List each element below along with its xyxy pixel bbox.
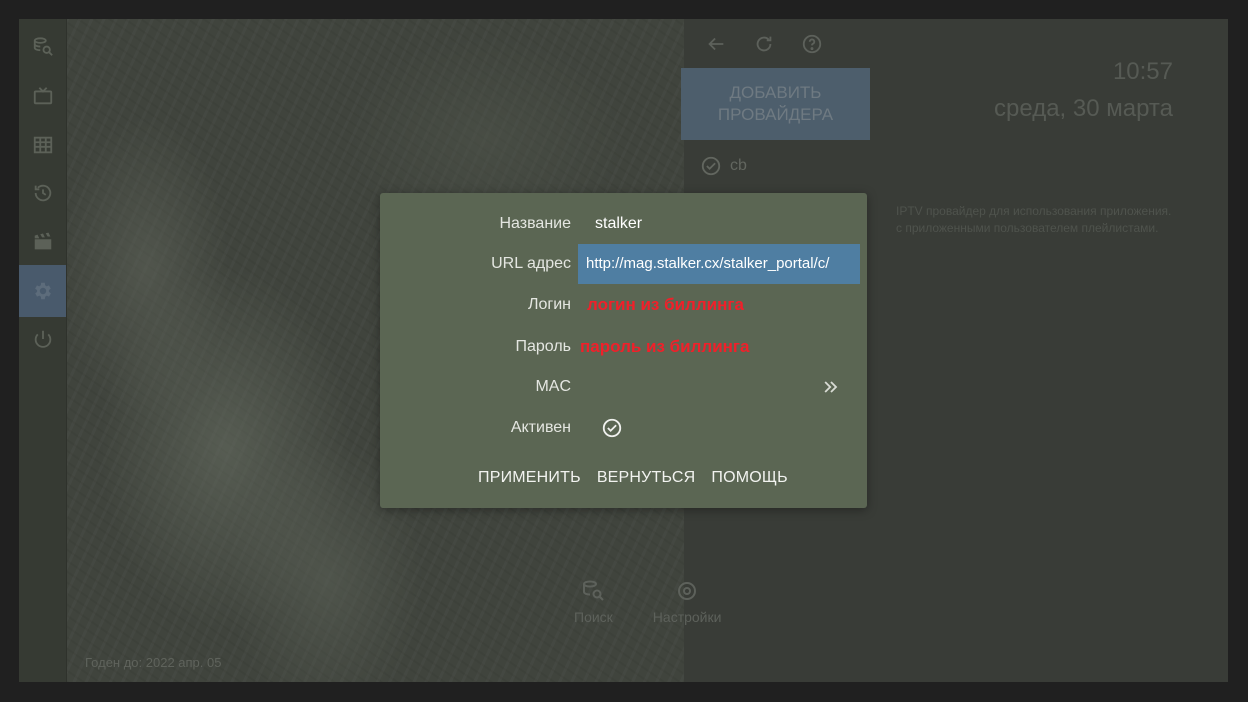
name-row: Название stalker: [380, 204, 867, 244]
url-field[interactable]: http://mag.stalker.cx/stalker_portal/c/: [578, 244, 860, 284]
bottom-nav-settings-label: Настройки: [652, 609, 722, 625]
bottom-nav-search[interactable]: Поиск: [574, 579, 613, 625]
login-label: Логин: [527, 296, 571, 313]
url-label: URL адрес: [491, 255, 571, 272]
back-arrow-icon[interactable]: [704, 32, 728, 56]
power-icon: [34, 330, 51, 348]
bottom-nav: Поиск Настройки: [574, 579, 721, 625]
help-icon[interactable]: [800, 32, 824, 56]
name-field[interactable]: stalker: [595, 204, 642, 244]
help-button[interactable]: ПОМОЩЬ: [711, 469, 787, 487]
sidebar-item-settings[interactable]: [19, 265, 66, 317]
sidebar-item-tv[interactable]: [19, 72, 66, 120]
clock-time: 10:57: [1112, 58, 1173, 85]
url-row: URL адрес http://mag.stalker.cx/stalker_…: [380, 244, 867, 284]
apply-button[interactable]: ПРИМЕНИТЬ: [478, 469, 581, 487]
provider-list-item[interactable]: cb: [700, 155, 747, 177]
mac-row[interactable]: MAC: [380, 367, 867, 407]
history-icon: [34, 184, 51, 202]
check-circle-icon: [701, 156, 721, 176]
tv-icon: [33, 87, 52, 105]
gear-icon: [34, 282, 51, 300]
mac-label: MAC: [535, 378, 571, 395]
dialog-actions: ПРИМЕНИТЬ ВЕРНУТЬСЯ ПОМОЩЬ: [478, 469, 788, 487]
clapperboard-icon: [34, 232, 51, 250]
clock-date: среда, 30 марта: [994, 95, 1173, 122]
password-label: Пароль: [515, 338, 571, 355]
bottom-nav-settings[interactable]: Настройки: [652, 579, 722, 625]
provider-name: cb: [730, 157, 747, 174]
sidebar: [19, 19, 67, 682]
login-row: Логин логин из биллинга: [380, 285, 867, 325]
add-provider-button[interactable]: ДОБАВИТЬ ПРОВАЙДЕРА: [681, 68, 870, 140]
active-row[interactable]: Активен: [380, 408, 867, 448]
search-database-icon: [33, 37, 53, 56]
active-check-icon[interactable]: [601, 417, 623, 439]
login-field[interactable]: логин из биллинга: [587, 285, 744, 325]
bottom-nav-search-label: Поиск: [574, 609, 613, 625]
expiry-date: Годен до: 2022 апр. 05: [85, 655, 222, 670]
search-database-icon: [583, 580, 605, 601]
sidebar-item-guide[interactable]: [19, 121, 66, 169]
grid-icon: [33, 136, 52, 154]
sidebar-item-power[interactable]: [19, 315, 66, 363]
sidebar-item-history[interactable]: [19, 169, 66, 217]
gear-icon: [678, 582, 697, 600]
refresh-icon[interactable]: [752, 32, 776, 56]
back-button[interactable]: ВЕРНУТЬСЯ: [597, 469, 696, 487]
sidebar-item-search[interactable]: [19, 23, 66, 71]
sidebar-item-movies[interactable]: [19, 218, 66, 266]
provider-edit-dialog: Название stalker URL адрес http://mag.st…: [380, 193, 867, 508]
password-field[interactable]: пароль из биллинга: [580, 327, 749, 367]
active-label: Активен: [510, 419, 571, 436]
name-label: Название: [499, 215, 572, 232]
toolbar: [704, 32, 824, 56]
double-chevron-right-icon[interactable]: [821, 377, 841, 397]
password-row: Пароль пароль из биллинга: [380, 327, 867, 367]
